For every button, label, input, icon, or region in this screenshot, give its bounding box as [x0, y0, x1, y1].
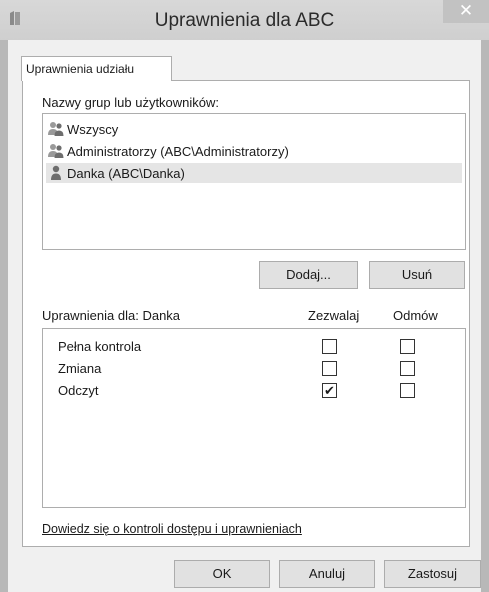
permission-label: Odczyt: [58, 383, 99, 398]
remove-button[interactable]: Usuń: [369, 261, 465, 289]
group-icon: [48, 144, 64, 158]
tab-share-permissions[interactable]: Uprawnienia udziału: [21, 56, 172, 81]
allow-checkbox[interactable]: ✔: [322, 383, 337, 398]
permissions-header: Uprawnienia dla: Danka: [42, 308, 181, 323]
add-button[interactable]: Dodaj...: [259, 261, 358, 289]
list-item-danka[interactable]: Danka (ABC\Danka): [46, 163, 462, 183]
groups-label: Nazwy grup lub użytkowników:: [42, 95, 220, 110]
allow-checkbox[interactable]: [322, 361, 337, 376]
list-item-everyone[interactable]: Wszyscy: [46, 119, 118, 139]
deny-checkbox[interactable]: [400, 339, 415, 354]
permission-label: Pełna kontrola: [58, 339, 142, 354]
user-icon: [51, 165, 61, 180]
permission-row-full-control: Pełna kontrola: [43, 337, 465, 359]
list-item-label: Danka (ABC\Danka): [67, 165, 185, 181]
deny-checkbox[interactable]: [400, 383, 415, 398]
deny-column-header: Odmów: [393, 308, 438, 323]
dialog-window: Uprawnienia dla ABC ✕ Uprawnienia udział…: [0, 0, 489, 592]
permission-label: Zmiana: [58, 361, 102, 376]
ok-button[interactable]: OK: [174, 560, 270, 588]
groups-listbox[interactable]: Wszyscy Administratorzy (ABC\Administrat…: [42, 113, 466, 250]
apply-button[interactable]: Zastosuj: [384, 560, 481, 588]
list-item-label: Wszyscy: [67, 121, 119, 137]
permission-row-read: Odczyt ✔: [43, 381, 465, 403]
allow-checkbox[interactable]: [322, 339, 337, 354]
close-button[interactable]: ✕: [443, 0, 489, 23]
group-icon: [48, 122, 64, 136]
help-link[interactable]: Dowiedz się o kontroli dostępu i uprawni…: [42, 522, 302, 536]
permissions-list: Pełna kontrola Zmiana Odczyt ✔: [42, 328, 466, 508]
list-item-administrators[interactable]: Administratorzy (ABC\Administratorzy): [46, 141, 289, 161]
allow-column-header: Zezwalaj: [308, 308, 360, 323]
permission-row-change: Zmiana: [43, 359, 465, 381]
deny-checkbox[interactable]: [400, 361, 415, 376]
title-bar[interactable]: Uprawnienia dla ABC ✕: [0, 0, 489, 40]
list-item-label: Administratorzy (ABC\Administratorzy): [67, 143, 289, 159]
cancel-button[interactable]: Anuluj: [279, 560, 375, 588]
window-title: Uprawnienia dla ABC: [154, 10, 335, 31]
